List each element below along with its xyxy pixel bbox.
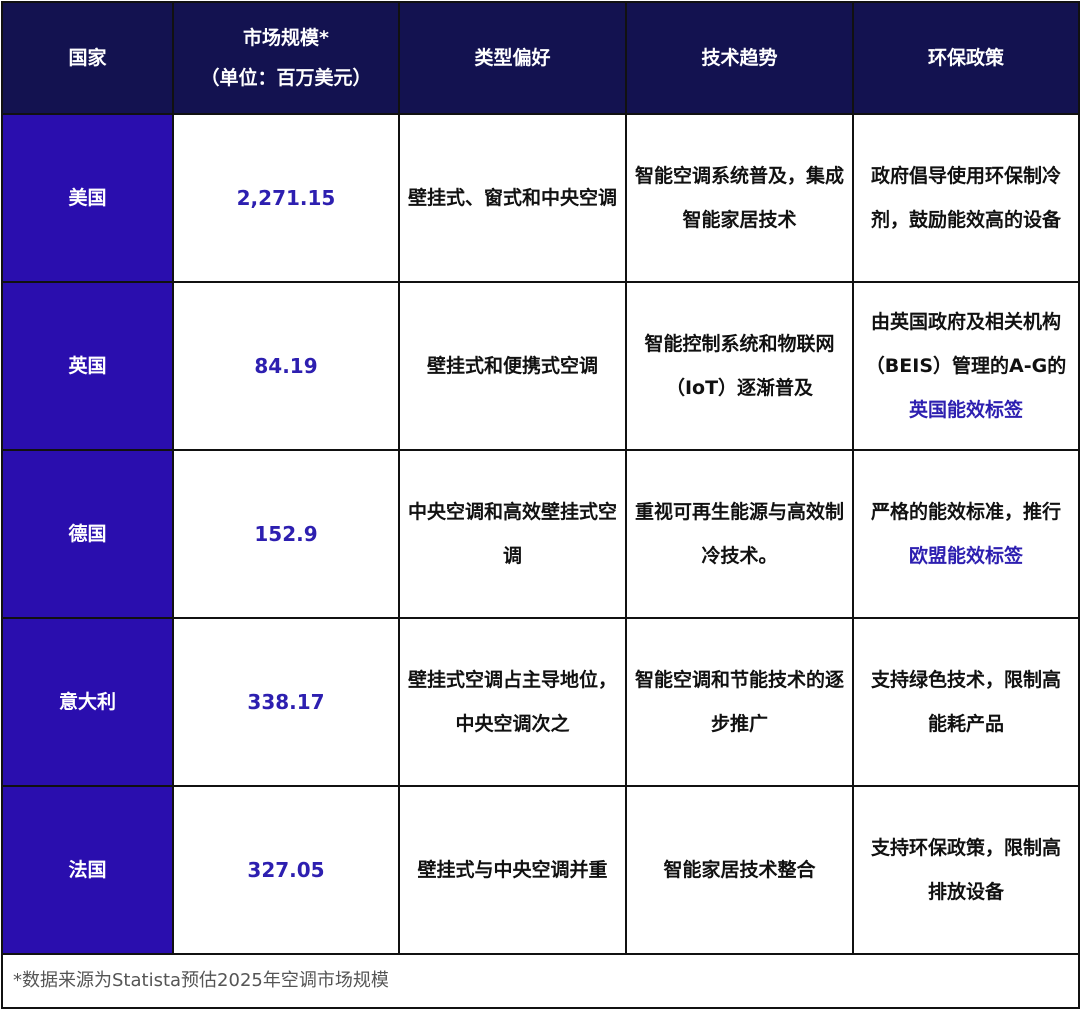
- cell-type: 壁挂式与中央空调并重: [398, 785, 627, 955]
- country-text: 英国: [68, 355, 107, 377]
- cell-policy: 由英国政府及相关机构（BEIS）管理的A-G的英国能效标签: [852, 281, 1080, 451]
- cell-size: 338.17: [172, 617, 400, 787]
- cell-tech: 重视可再生能源与高效制冷技术。: [625, 449, 854, 619]
- policy-text: 由英国政府及相关机构（BEIS）管理的A-G的: [865, 311, 1067, 377]
- footnote: *数据来源为Statista预估2025年空调市场规模: [1, 953, 1080, 1009]
- cell-type: 壁挂式、窗式和中央空调: [398, 113, 627, 283]
- cell-country: 美国: [1, 113, 174, 283]
- size-text: 338.17: [247, 690, 325, 714]
- policy-text: 严格的能效标准，推行: [870, 501, 1061, 523]
- policy-link[interactable]: 英国能效标签: [909, 399, 1023, 421]
- cell-size: 2,271.15: [172, 113, 400, 283]
- type-text: 壁挂式、窗式和中央空调: [408, 187, 618, 209]
- type-text: 壁挂式与中央空调并重: [417, 859, 608, 881]
- table-row: 美国 2,271.15 壁挂式、窗式和中央空调 智能空调系统普及，集成智能家居技术 政府…: [1, 113, 1080, 283]
- country-text: 美国: [68, 187, 107, 209]
- header-country: 国家: [1, 1, 174, 115]
- cell-tech: 智能空调系统普及，集成智能家居技术: [625, 113, 854, 283]
- cell-tech: 智能家居技术整合: [625, 785, 854, 955]
- cell-size: 327.05: [172, 785, 400, 955]
- header-row: 国家 市场规模* （单位：百万美元） 类型偏好 技术趋势 环保政策: [1, 1, 1080, 115]
- market-table-figure: 国家 市场规模* （单位：百万美元） 类型偏好 技术趋势 环保政策 美国 2,271…: [0, 0, 1080, 1026]
- size-text: 2,271.15: [236, 186, 336, 210]
- cell-policy: 政府倡导使用环保制冷剂，鼓励能效高的设备: [852, 113, 1080, 283]
- policy-link[interactable]: 欧盟能效标签: [909, 545, 1023, 567]
- tech-text: 智能空调系统普及，集成智能家居技术: [635, 165, 845, 231]
- size-text: 84.19: [254, 354, 318, 378]
- country-text: 意大利: [58, 691, 116, 713]
- table-row: 英国 84.19 壁挂式和便携式空调 智能控制系统和物联网（IoT）逐渐普及 由英国政府…: [1, 281, 1080, 451]
- type-text: 中央空调和高效壁挂式空调: [408, 501, 618, 567]
- country-text: 德国: [68, 523, 107, 545]
- cell-size: 84.19: [172, 281, 400, 451]
- header-market-size: 市场规模* （单位：百万美元）: [172, 1, 400, 115]
- header-market-size-title: 市场规模*: [243, 27, 329, 49]
- policy-text: 政府倡导使用环保制冷剂，鼓励能效高的设备: [870, 165, 1061, 231]
- header-type: 类型偏好: [398, 1, 627, 115]
- tech-text: 智能家居技术整合: [663, 859, 816, 881]
- market-table: 国家 市场规模* （单位：百万美元） 类型偏好 技术趋势 环保政策 美国 2,271…: [1, 1, 1080, 1009]
- cell-country: 英国: [1, 281, 174, 451]
- tech-text: 重视可再生能源与高效制冷技术。: [635, 501, 845, 567]
- header-market-size-unit: （单位：百万美元）: [200, 67, 372, 89]
- cell-type: 壁挂式和便携式空调: [398, 281, 627, 451]
- cell-policy: 支持环保政策，限制高排放设备: [852, 785, 1080, 955]
- tech-text: 智能控制系统和物联网（IoT）逐渐普及: [644, 333, 835, 399]
- type-text: 壁挂式空调占主导地位，中央空调次之: [408, 669, 618, 735]
- policy-text: 支持绿色技术，限制高能耗产品: [870, 669, 1061, 735]
- cell-tech: 智能空调和节能技术的逐步推广: [625, 617, 854, 787]
- type-text: 壁挂式和便携式空调: [426, 355, 598, 377]
- header-tech: 技术趋势: [625, 1, 854, 115]
- header-policy: 环保政策: [852, 1, 1080, 115]
- tech-text: 智能空调和节能技术的逐步推广: [635, 669, 845, 735]
- cell-type: 壁挂式空调占主导地位，中央空调次之: [398, 617, 627, 787]
- cell-tech: 智能控制系统和物联网（IoT）逐渐普及: [625, 281, 854, 451]
- cell-policy: 严格的能效标准，推行欧盟能效标签: [852, 449, 1080, 619]
- table-row: 意大利 338.17 壁挂式空调占主导地位，中央空调次之 智能空调和节能技术的逐步推广…: [1, 617, 1080, 787]
- cell-country: 意大利: [1, 617, 174, 787]
- country-text: 法国: [68, 859, 107, 881]
- cell-country: 法国: [1, 785, 174, 955]
- cell-country: 德国: [1, 449, 174, 619]
- policy-text: 支持环保政策，限制高排放设备: [870, 837, 1061, 903]
- cell-size: 152.9: [172, 449, 400, 619]
- size-text: 327.05: [247, 858, 325, 882]
- table-row: 法国 327.05 壁挂式与中央空调并重 智能家居技术整合 支持环保政策，限制高排放设备: [1, 785, 1080, 955]
- table-row: 德国 152.9 中央空调和高效壁挂式空调 重视可再生能源与高效制冷技术。 严格的能效标…: [1, 449, 1080, 619]
- size-text: 152.9: [254, 522, 318, 546]
- cell-type: 中央空调和高效壁挂式空调: [398, 449, 627, 619]
- cell-policy: 支持绿色技术，限制高能耗产品: [852, 617, 1080, 787]
